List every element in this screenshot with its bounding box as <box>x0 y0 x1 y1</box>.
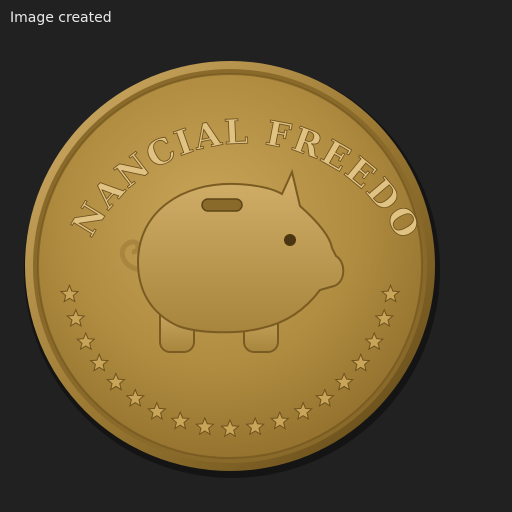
generated-image[interactable]: FINANCIAL FREEDOM <box>0 0 512 512</box>
image-viewer: Image created NANCIAL FREEDO <box>0 0 512 512</box>
coin-image: FINANCIAL FREEDOM <box>0 0 440 478</box>
